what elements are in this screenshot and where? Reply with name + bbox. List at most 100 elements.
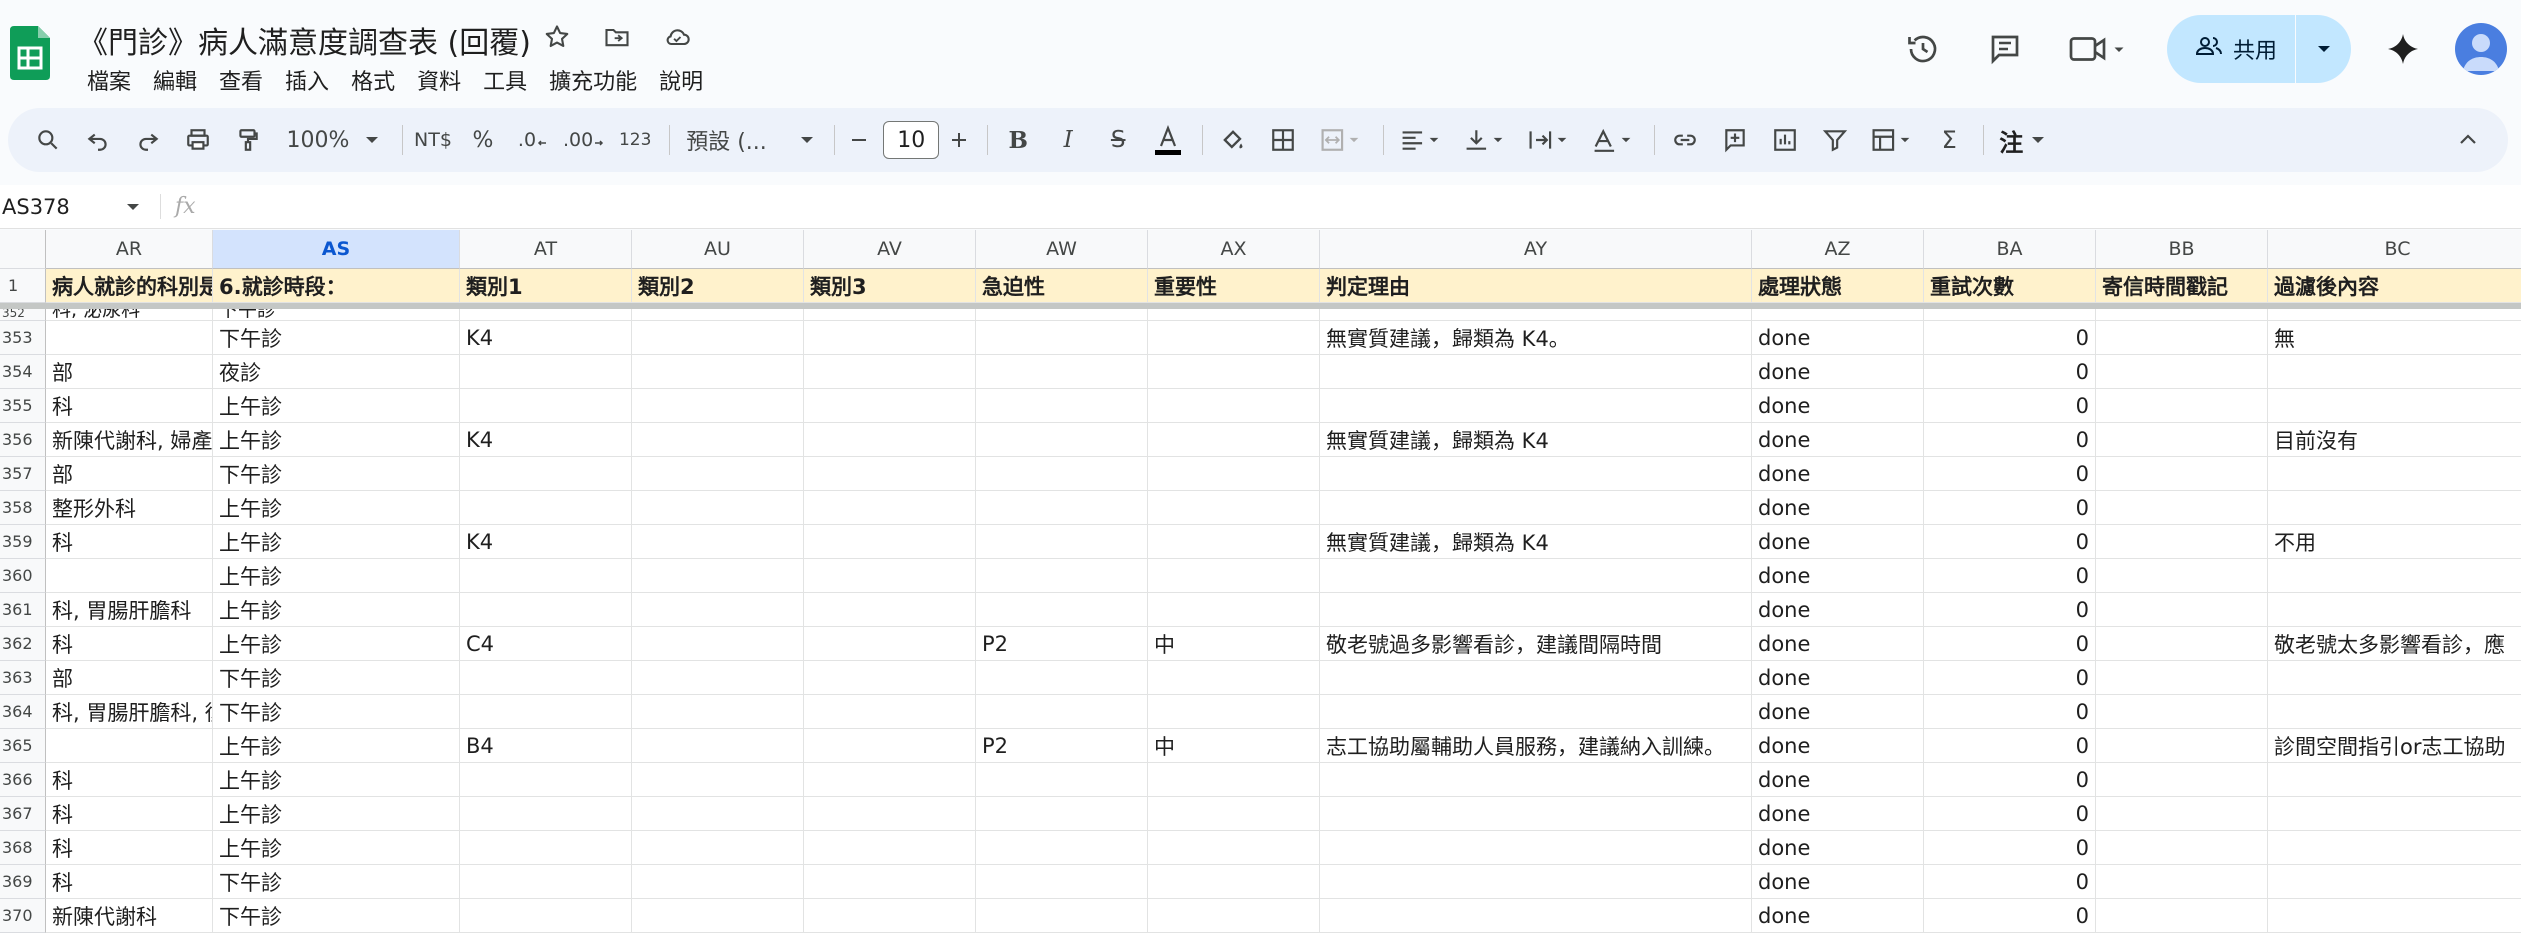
table-cell[interactable]: 部 <box>46 457 213 491</box>
table-cell[interactable]: 科, 胃腸肝膽科, 復 <box>46 695 213 729</box>
menu-view[interactable]: 查看 <box>208 64 274 96</box>
table-cell[interactable]: 科 <box>46 389 213 423</box>
table-cell[interactable] <box>460 695 632 729</box>
table-cell[interactable] <box>2096 423 2268 457</box>
table-cell[interactable] <box>1320 457 1752 491</box>
gemini-icon[interactable] <box>2379 25 2427 73</box>
table-cell[interactable]: 下午診 <box>213 865 460 899</box>
table-cell[interactable]: 不用 <box>2268 525 2521 559</box>
collapse-menus-icon[interactable] <box>2448 118 2488 162</box>
table-cell[interactable] <box>976 763 1148 797</box>
table-cell[interactable] <box>632 899 804 933</box>
table-cell[interactable] <box>804 627 976 661</box>
table-cell[interactable] <box>460 661 632 695</box>
table-cell[interactable] <box>976 831 1148 865</box>
table-cell[interactable] <box>632 593 804 627</box>
column-header-bb[interactable]: BB <box>2096 230 2268 269</box>
table-cell[interactable]: 下午診 <box>213 661 460 695</box>
table-cell[interactable] <box>1148 309 1320 321</box>
table-cell[interactable] <box>2096 321 2268 355</box>
table-cell[interactable] <box>976 389 1148 423</box>
increase-font-size-icon[interactable] <box>945 118 973 162</box>
table-cell[interactable] <box>1148 899 1320 933</box>
table-cell[interactable]: 0 <box>1924 423 2096 457</box>
table-cell[interactable]: 上午診 <box>213 525 460 559</box>
table-cell[interactable] <box>2096 899 2268 933</box>
row-header[interactable]: 1 <box>0 269 46 303</box>
table-cell[interactable]: 中 <box>1148 729 1320 763</box>
menu-data[interactable]: 資料 <box>406 64 472 96</box>
row-header[interactable]: 358 <box>0 491 46 525</box>
menu-help[interactable]: 說明 <box>648 64 714 96</box>
table-cell[interactable] <box>2268 831 2521 865</box>
table-cell[interactable]: 0 <box>1924 321 2096 355</box>
table-cell[interactable] <box>2268 661 2521 695</box>
table-cell[interactable] <box>632 491 804 525</box>
table-cell[interactable]: done <box>1752 491 1924 525</box>
column-header-ar[interactable]: AR <box>46 230 213 269</box>
document-title[interactable]: 《門診》病人滿意度調查表 (回覆) <box>78 18 531 62</box>
menu-extensions[interactable]: 擴充功能 <box>538 64 648 96</box>
table-cell[interactable]: K4 <box>460 423 632 457</box>
table-cell[interactable] <box>632 525 804 559</box>
table-cell[interactable] <box>804 355 976 389</box>
table-cell[interactable] <box>460 309 632 321</box>
insert-link-icon[interactable] <box>1665 118 1705 162</box>
table-cell[interactable] <box>632 559 804 593</box>
table-cell[interactable]: 上午診 <box>213 797 460 831</box>
spreadsheet-grid[interactable]: AR AS AT AU AV AW AX AY AZ BA BB BC 1 病人就診的科別是 6.就診時段：… <box>0 230 2521 934</box>
menu-edit[interactable]: 編輯 <box>142 64 208 96</box>
table-cell[interactable]: 0 <box>1924 491 2096 525</box>
table-cell[interactable]: 無 <box>2268 321 2521 355</box>
table-cell[interactable]: done <box>1752 389 1924 423</box>
table-cell[interactable] <box>632 423 804 457</box>
table-cell[interactable]: 0 <box>1924 457 2096 491</box>
table-cell[interactable] <box>976 559 1148 593</box>
table-cell[interactable] <box>2096 525 2268 559</box>
text-color-icon[interactable] <box>1148 118 1188 162</box>
table-cell[interactable]: 下午診 <box>213 695 460 729</box>
table-cell[interactable] <box>2096 309 2268 321</box>
table-cell[interactable]: done <box>1752 899 1924 933</box>
table-cell[interactable] <box>1320 831 1752 865</box>
row-header[interactable]: 367 <box>0 797 46 831</box>
row-header[interactable]: 355 <box>0 389 46 423</box>
table-cell[interactable] <box>460 831 632 865</box>
cloud-status-icon[interactable] <box>660 20 694 54</box>
table-cell[interactable]: 科 <box>46 525 213 559</box>
row-header[interactable]: 368 <box>0 831 46 865</box>
table-cell[interactable]: done <box>1752 593 1924 627</box>
table-cell[interactable] <box>2096 831 2268 865</box>
font-size-input[interactable]: 10 <box>883 121 940 159</box>
text-rotation-icon[interactable] <box>1586 118 1640 162</box>
table-cell[interactable] <box>2096 389 2268 423</box>
column-header-az[interactable]: AZ <box>1752 230 1924 269</box>
table-cell[interactable] <box>460 389 632 423</box>
table-cell[interactable]: C4 <box>460 627 632 661</box>
table-cell[interactable] <box>2268 763 2521 797</box>
table-cell[interactable]: 0 <box>1924 355 2096 389</box>
row-header[interactable]: 364 <box>0 695 46 729</box>
table-cell[interactable] <box>632 321 804 355</box>
table-cell[interactable]: 上午診 <box>213 559 460 593</box>
table-cell[interactable]: 上午診 <box>213 729 460 763</box>
table-cell[interactable] <box>976 355 1148 389</box>
table-cell[interactable] <box>2096 491 2268 525</box>
table-cell[interactable]: 0 <box>1924 559 2096 593</box>
row-header[interactable]: 369 <box>0 865 46 899</box>
column-header-au[interactable]: AU <box>632 230 804 269</box>
column-header-av[interactable]: AV <box>804 230 976 269</box>
table-cell[interactable]: 0 <box>1924 661 2096 695</box>
header-cell[interactable]: 寄信時間戳記 <box>2096 269 2268 303</box>
header-cell[interactable]: 重試次數 <box>1924 269 2096 303</box>
format-currency-button[interactable]: NT$ <box>413 118 453 162</box>
header-cell[interactable]: 6.就診時段： <box>213 269 460 303</box>
table-cell[interactable]: 上午診 <box>213 831 460 865</box>
table-cell[interactable]: K4 <box>460 321 632 355</box>
table-cell[interactable] <box>804 831 976 865</box>
table-cell[interactable] <box>1148 661 1320 695</box>
table-cell[interactable] <box>632 695 804 729</box>
table-cell[interactable]: 敬老號過多影響看診，建議間隔時間 <box>1320 627 1752 661</box>
row-header[interactable]: 352 <box>0 309 46 321</box>
table-cell[interactable] <box>632 309 804 321</box>
